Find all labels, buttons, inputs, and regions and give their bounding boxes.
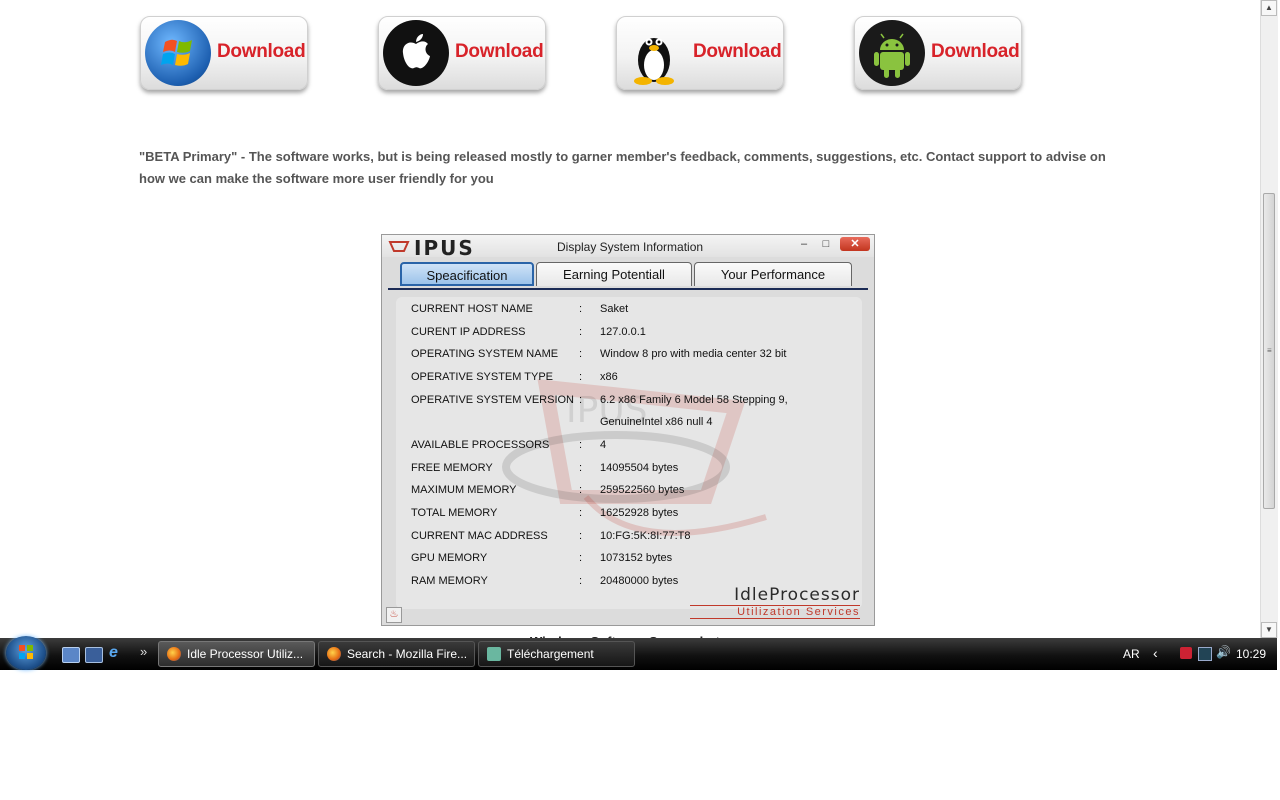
switch-windows-icon[interactable] [85,647,103,663]
spec-key: OPERATIVE SYSTEM VERSION [411,394,574,406]
spec-value: 4 [600,439,607,451]
show-desktop-icon[interactable] [62,647,80,663]
clock[interactable]: 10:29 [1236,647,1266,661]
taskbar-item-label: Idle Processor Utiliz... [187,647,304,661]
spec-separator: : [579,326,583,338]
spec-key: OPERATING SYSTEM NAME [411,348,559,360]
spec-value: Window 8 pro with media center 32 bit [600,348,787,360]
download-label: Download [455,41,544,62]
spec-separator: : [579,552,583,564]
firefox-icon [167,647,181,661]
scroll-thumb[interactable]: ≡ [1263,193,1275,509]
spec-key: AVAILABLE PROCESSORS [411,439,550,451]
download-label: Download [217,41,306,62]
spec-value: GenuineIntel x86 null 4 [600,416,713,428]
spec-key: GPU MEMORY [411,552,488,564]
download-label: Download [693,41,782,62]
spec-value: 127.0.0.1 [600,326,646,338]
spec-separator: : [579,371,583,383]
internet-explorer-icon[interactable]: e [109,644,125,661]
android-logo-icon [859,20,925,86]
download-label: Download [931,41,1020,62]
scroll-up-icon[interactable]: ▲ [1261,0,1277,16]
ipus-window-title: Display System Information [557,240,704,254]
taskbar-item-label: Téléchargement [507,647,594,661]
java-icon: ♨ [386,607,402,623]
brand-name: IdleProcessor [734,585,860,605]
spec-key: FREE MEMORY [411,462,493,474]
windows-logo-icon [145,20,211,86]
spec-value: Saket [600,303,629,315]
download-mac-button[interactable]: Download [378,16,546,90]
spec-separator: : [579,507,583,519]
spec-key: OPERATIVE SYSTEM TYPE [411,371,554,383]
minimize-icon: – [800,238,808,250]
spec-value: 14095504 bytes [600,462,679,474]
spec-value: 10:FG:5K:8I:77:T8 [600,530,691,542]
ipus-tabs: Speacification Earning Potentiall Your P… [388,262,868,290]
spec-separator: : [579,484,583,496]
spec-value: 1073152 bytes [600,552,673,564]
firefox-icon [327,647,341,661]
linux-penguin-icon [621,20,687,86]
spec-separator: : [579,462,583,474]
idleprocessor-brand: IdleProcessor Utilization Services [690,585,860,619]
taskbar-item-idle-processor[interactable]: Idle Processor Utiliz... [158,641,315,667]
download-linux-button[interactable]: Download [616,16,784,90]
tray-expand-icon[interactable]: ‹ [1153,645,1158,661]
spec-key: CURENT IP ADDRESS [411,326,526,338]
tab-your-performance: Your Performance [694,262,852,286]
spec-key: MAXIMUM MEMORY [411,484,517,496]
spec-separator: : [579,575,583,587]
spec-value: 16252928 bytes [600,507,679,519]
spec-separator: : [579,303,583,315]
spec-value: 6.2 x86 Family 6 Model 58 Stepping 9, [600,394,788,406]
taskbar: e » Idle Processor Utiliz... Search - Mo… [0,636,1277,670]
vertical-scrollbar[interactable]: ▲ ≡ ▼ [1260,0,1278,638]
start-button[interactable] [6,636,46,670]
windows-logo-icon [19,645,33,659]
tab-specification: Speacification [400,262,534,286]
spec-value: x86 [600,371,618,383]
spec-key: CURRENT MAC ADDRESS [411,530,548,542]
network-icon[interactable] [1198,647,1212,661]
ipus-logo-text: IPUS [414,236,475,260]
tab-earning-potential: Earning Potentiall [536,262,692,286]
grip-icon: ≡ [1267,346,1272,355]
maximize-icon: □ [822,238,830,250]
taskbar-item-search-firefox[interactable]: Search - Mozilla Fire... [318,641,475,667]
spec-key: RAM MEMORY [411,575,488,587]
spec-panel: IPUS CURRENT HOST NAME : Saket CURENT IP… [396,297,862,609]
ipus-logo-icon [388,241,410,252]
spec-separator: : [579,348,583,360]
ipus-titlebar: IPUS Display System Information – □ ✕ [382,235,874,260]
spec-separator: : [579,439,583,451]
spec-key: TOTAL MEMORY [411,507,498,519]
quicklaunch-more-icon[interactable]: » [140,644,147,659]
spec-separator: : [579,394,583,406]
beta-notice: "BETA Primary" - The software works, but… [139,149,1106,186]
close-icon: ✕ [840,237,870,251]
folder-icon [487,647,501,661]
security-icon[interactable] [1180,647,1192,659]
taskbar-item-label: Search - Mozilla Fire... [347,647,468,661]
taskbar-item-telechargement[interactable]: Téléchargement [478,641,635,667]
volume-icon[interactable]: 🔊 [1216,645,1231,659]
brand-tagline: Utilization Services [690,605,860,619]
spec-value: 259522560 bytes [600,484,685,496]
spec-separator: : [579,530,583,542]
download-android-button[interactable]: Download [854,16,1022,90]
scroll-down-icon[interactable]: ▼ [1261,622,1277,638]
apple-logo-icon [383,20,449,86]
spec-key: CURRENT HOST NAME [411,303,533,315]
download-windows-button[interactable]: Download [140,16,308,90]
browser-viewport: Download Download Download Download "BET… [0,0,1260,638]
language-indicator[interactable]: AR [1123,647,1140,661]
ipus-screenshot: IPUS Display System Information – □ ✕ Sp… [381,234,875,626]
